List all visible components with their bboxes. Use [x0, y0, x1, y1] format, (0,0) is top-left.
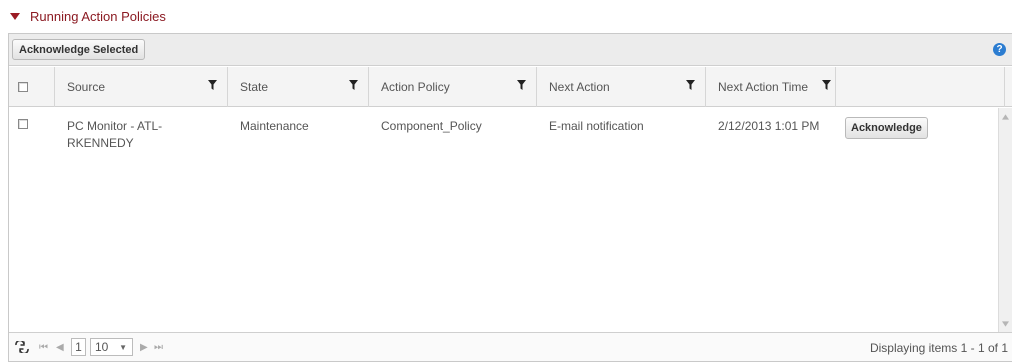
column-header-label: Source	[67, 80, 106, 94]
pager-info: Displaying items 1 - 1 of 1	[869, 340, 1008, 355]
last-page-icon[interactable]: ⏭	[154, 333, 163, 362]
acknowledge-selected-button[interactable]: Acknowledge Selected	[12, 39, 146, 60]
column-header-source[interactable]: Source	[55, 67, 228, 107]
select-all-checkbox[interactable]	[18, 82, 28, 92]
filter-icon[interactable]	[208, 80, 217, 90]
column-header-next-action[interactable]: Next Action	[537, 67, 706, 107]
grid-body: PC Monitor - ATL- RKENNEDY Maintenance C…	[9, 108, 1012, 333]
column-header-actions	[836, 67, 1005, 107]
cell-next-action-time: 2/12/2013 1:01 PM	[718, 119, 820, 133]
next-page-icon[interactable]: ▶	[140, 333, 148, 362]
grid-header: Source State Action Policy Next Action N…	[9, 67, 1012, 107]
column-header-label: Next Action	[549, 80, 610, 94]
prev-page-icon[interactable]: ◀	[56, 333, 64, 362]
pager: ⏮ ◀ 1 10 ▼ ▶ ⏭ Displaying items 1 - 1 of…	[9, 332, 1012, 361]
column-header-label: Next Action Time	[718, 80, 809, 94]
scroll-up-icon[interactable]	[1002, 113, 1009, 121]
help-icon[interactable]: ?	[993, 43, 1006, 56]
section-title: Running Action Policies	[30, 8, 166, 24]
chevron-down-icon: ▼	[119, 343, 127, 352]
cell-state: Maintenance	[240, 119, 309, 133]
collapse-caret-icon[interactable]	[10, 12, 20, 20]
select-all-cell	[9, 67, 55, 107]
column-header-label: Action Policy	[381, 80, 450, 94]
filter-icon[interactable]	[686, 80, 695, 90]
scroll-down-icon[interactable]	[1002, 320, 1009, 328]
column-header-next-action-time[interactable]: Next Action Time	[706, 67, 836, 107]
row-select-checkbox[interactable]	[18, 119, 28, 129]
cell-source: PC Monitor - ATL- RKENNEDY	[67, 119, 163, 150]
current-page-input[interactable]: 1	[71, 338, 86, 356]
filter-icon[interactable]	[349, 80, 358, 90]
cell-actions: Acknowledge	[836, 108, 999, 158]
policies-grid-panel: Acknowledge Selected ? Source State Acti…	[8, 33, 1012, 362]
first-page-icon[interactable]: ⏮	[39, 333, 48, 362]
filter-icon[interactable]	[822, 80, 831, 90]
acknowledge-button[interactable]: Acknowledge	[845, 117, 928, 139]
table-row[interactable]: PC Monitor - ATL- RKENNEDY Maintenance C…	[9, 108, 999, 158]
row-select-cell	[9, 108, 55, 158]
page-size-select[interactable]: 10 ▼	[90, 338, 133, 356]
grid-toolbar: Acknowledge Selected ?	[9, 34, 1012, 66]
page-size-value: 10	[95, 340, 109, 354]
column-header-action-policy[interactable]: Action Policy	[369, 67, 537, 107]
column-header-label: State	[240, 80, 269, 94]
vertical-scrollbar[interactable]	[998, 108, 1012, 333]
section-header[interactable]: Running Action Policies	[10, 6, 166, 26]
refresh-icon[interactable]	[14, 341, 30, 353]
column-header-state[interactable]: State	[228, 67, 369, 107]
filter-icon[interactable]	[517, 80, 526, 90]
cell-action-policy: Component_Policy	[381, 119, 482, 133]
cell-next-action: E-mail notification	[549, 119, 644, 133]
